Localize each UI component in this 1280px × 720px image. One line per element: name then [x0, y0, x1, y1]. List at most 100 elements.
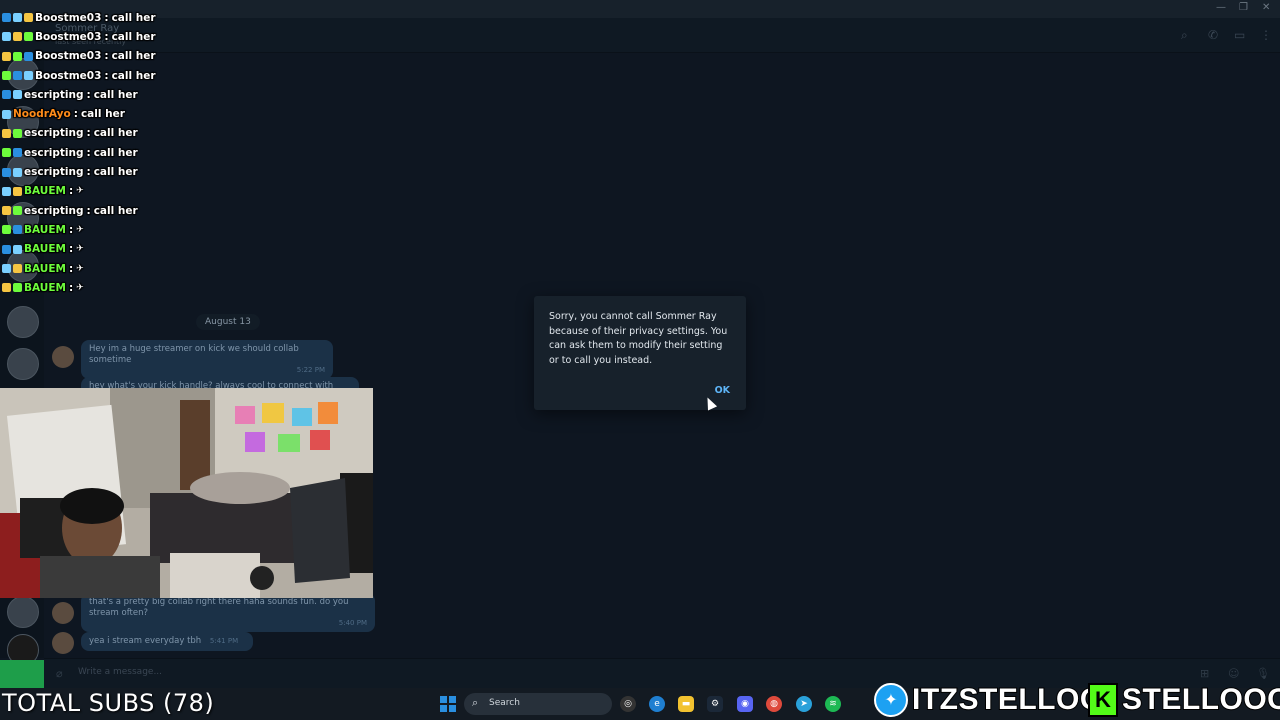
emoji-icon[interactable]: ☺ [1228, 667, 1239, 680]
maximize-icon[interactable]: ❐ [1239, 2, 1248, 13]
chat-message: call her [93, 88, 138, 101]
chat-message: call her [80, 108, 125, 121]
discord-icon[interactable]: ◉ [737, 696, 753, 712]
telegram-icon[interactable]: ➤ [796, 696, 812, 712]
stream-chat-line: BAUEM: ✈ [2, 182, 202, 201]
search-icon: ⌕ [472, 696, 479, 709]
chat-badge-icon [2, 283, 11, 293]
chat-separator: : [68, 262, 74, 275]
chat-username[interactable]: Boostme03 [35, 31, 101, 43]
chat-separator: : [104, 69, 109, 82]
spotify-icon[interactable]: ≋ [825, 696, 841, 712]
chat-badge-icon [2, 51, 11, 61]
stream-chat-line: Boostme03: call her [2, 27, 202, 46]
chrome-icon[interactable]: ◍ [766, 696, 782, 712]
chat-username[interactable]: escripting [24, 127, 84, 139]
windows-start-icon[interactable] [440, 696, 456, 712]
chat-badge-icon [2, 167, 11, 177]
chat-badge-icon [2, 225, 11, 235]
chat-message: call her [93, 146, 138, 159]
twitter-icon: ✦ [874, 683, 908, 717]
message-input[interactable]: Write a message... [78, 667, 162, 677]
chat-avatar[interactable] [7, 596, 39, 628]
chat-badge-icon [13, 148, 22, 158]
message-time: 5:41 PM [209, 637, 239, 645]
chat-badge-icon [24, 71, 33, 81]
chat-username[interactable]: BAUEM [24, 282, 66, 294]
chat-badge-icon [13, 264, 22, 273]
chat-badge-icon [13, 90, 22, 100]
chat-badge-icon [13, 167, 22, 177]
chat-badge-icon [13, 186, 22, 196]
chat-username[interactable]: BAUEM [24, 224, 66, 236]
chat-message: call her [111, 30, 156, 43]
webcam-scene [0, 388, 373, 598]
chat-username[interactable]: Boostme03 [35, 70, 101, 82]
avatar[interactable] [52, 602, 74, 624]
close-icon[interactable]: ✕ [1262, 2, 1270, 13]
message-bubble[interactable]: that's a pretty big collab right there h… [81, 593, 375, 633]
chat-username[interactable]: Boostme03 [35, 50, 101, 62]
message-bubble[interactable]: yea i stream everyday tbh 5:41 PM [81, 632, 253, 652]
stream-chat-line: BAUEM: ✈ [2, 278, 202, 297]
phone-icon[interactable]: ✆ [1208, 28, 1218, 42]
stream-chat-line: escripting: call her [2, 162, 202, 181]
chat-username[interactable]: BAUEM [24, 243, 66, 255]
chat-message: call her [111, 69, 156, 82]
stream-chat-line: BAUEM: ✈ [2, 240, 202, 259]
chat-username[interactable]: BAUEM [24, 263, 66, 275]
chat-badge-icon [2, 90, 11, 100]
message-time: 5:40 PM [338, 619, 367, 628]
taskbar-search[interactable]: ⌕ Search [464, 693, 612, 715]
chat-username[interactable]: escripting [24, 205, 84, 217]
chat-username[interactable]: escripting [24, 166, 84, 178]
stream-chat-line: NoodrAyo: call her [2, 104, 202, 123]
chat-badge-icon [2, 109, 11, 119]
stream-chat-line: Boostme03: call her [2, 47, 202, 66]
social-handles-overlay: ✦ ITZSTELLOO K STELLOOO [874, 682, 1280, 718]
chat-separator: : [86, 88, 91, 101]
search-label: Search [489, 698, 520, 708]
chat-username[interactable]: NoodrAyo [13, 108, 71, 120]
sidebar-toggle-icon[interactable]: ▭ [1234, 28, 1245, 42]
task-view-icon[interactable]: ◎ [620, 696, 636, 712]
emote-icon: ✈ [76, 186, 84, 197]
edge-icon[interactable]: e [649, 696, 665, 712]
message-bubble[interactable]: Hey im a huge streamer on kick we should… [81, 340, 333, 380]
message-text: that's a pretty big collab right there h… [89, 597, 349, 619]
chat-username[interactable]: escripting [24, 89, 84, 101]
chat-separator: : [73, 108, 78, 121]
chat-username[interactable]: BAUEM [24, 185, 66, 197]
chat-separator: : [68, 281, 74, 294]
chat-message: call her [93, 204, 138, 217]
chat-separator: : [86, 127, 91, 140]
more-icon[interactable]: ⋮ [1260, 28, 1272, 42]
file-explorer-icon[interactable]: ▬ [678, 696, 694, 712]
bot-commands-icon[interactable]: ⊞ [1200, 667, 1209, 680]
chat-separator: : [86, 166, 91, 179]
stream-chat-line: escripting: call her [2, 85, 202, 104]
emote-icon: ✈ [76, 244, 84, 255]
webcam-overlay [0, 388, 373, 598]
kick-handle: STELLOOO [1121, 682, 1280, 717]
steam-icon[interactable]: ⚙ [707, 696, 723, 712]
avatar[interactable] [52, 346, 74, 368]
chat-badge-icon [13, 128, 22, 138]
attach-icon[interactable]: ⌀ [56, 667, 63, 680]
stream-chat-line: escripting: call her [2, 143, 202, 162]
chat-separator: : [68, 243, 74, 256]
chat-separator: : [104, 30, 109, 43]
chat-badge-icon [13, 13, 22, 23]
stream-chat-line: escripting: call her [2, 201, 202, 220]
avatar[interactable] [52, 632, 74, 654]
chat-username[interactable]: Boostme03 [35, 12, 101, 24]
ok-button[interactable]: OK [715, 385, 730, 396]
chat-badge-icon [2, 244, 11, 254]
minimize-icon[interactable]: — [1216, 2, 1226, 13]
microphone-icon[interactable]: 🎙 [1256, 667, 1270, 680]
chat-avatar[interactable] [7, 348, 39, 380]
chat-avatar[interactable] [7, 306, 39, 338]
search-icon[interactable]: ⌕ [1181, 28, 1188, 43]
chat-username[interactable]: escripting [24, 147, 84, 159]
twitter-handle: ITZSTELLOO [911, 682, 1104, 717]
